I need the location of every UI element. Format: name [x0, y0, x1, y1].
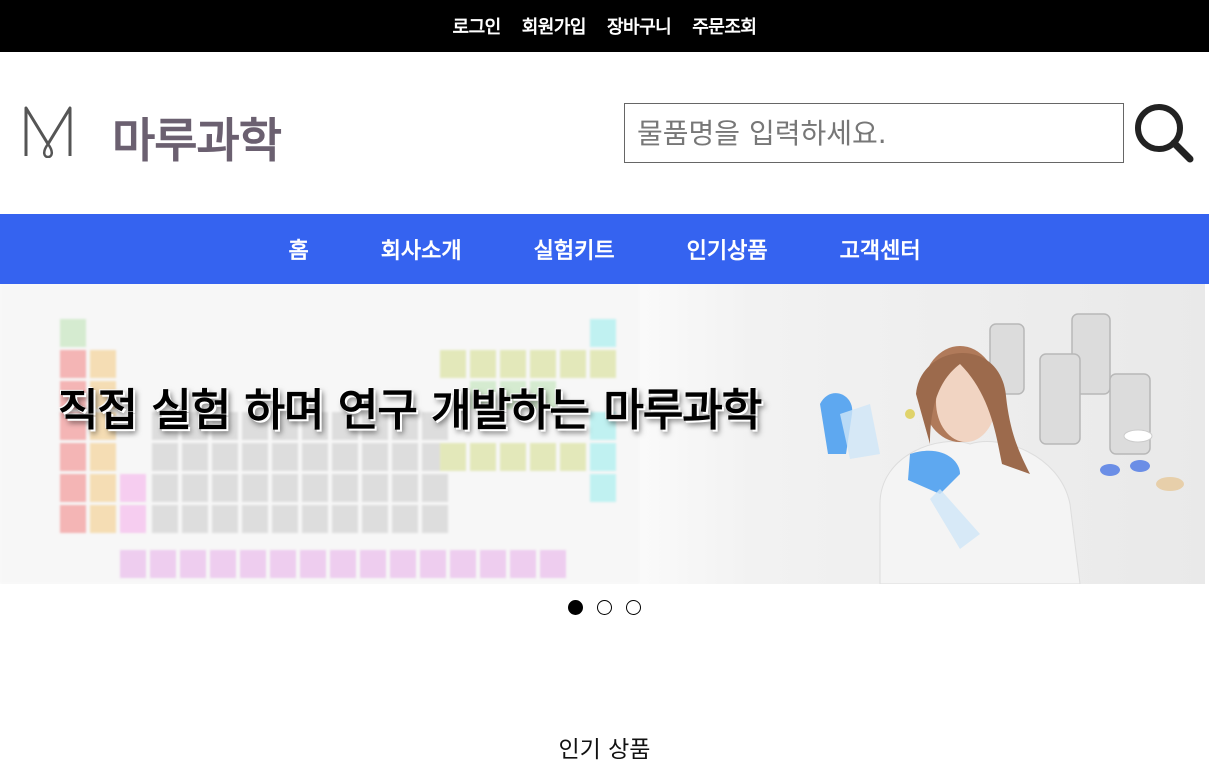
logo-text[interactable]: 마루과학: [112, 102, 282, 171]
search-icon[interactable]: [1132, 101, 1196, 165]
slider-dots: [0, 600, 1209, 615]
slider-dot-3[interactable]: [626, 600, 641, 615]
popular-products-title: 인기 상품: [558, 737, 651, 763]
signup-link[interactable]: 회원가입: [522, 13, 587, 39]
hero-banner[interactable]: 직접 실험 하며 연구 개발하는 마루과학: [0, 284, 1205, 584]
site-header: 마루과학: [0, 52, 1209, 214]
search-input[interactable]: [625, 104, 1123, 162]
nav-item-popular[interactable]: 인기상품: [687, 233, 768, 265]
cart-link[interactable]: 장바구니: [607, 13, 672, 39]
nav-item-kits[interactable]: 실험키트: [534, 233, 615, 265]
order-lookup-link[interactable]: 주문조회: [692, 13, 757, 39]
logo-m-icon[interactable]: [22, 104, 74, 158]
slider-dot-1[interactable]: [568, 600, 583, 615]
banner-caption: 직접 실험 하며 연구 개발하는 마루과학: [58, 385, 762, 436]
main-nav: 홈 회사소개 실험키트 인기상품 고객센터: [0, 214, 1209, 284]
search-field[interactable]: [624, 103, 1124, 163]
slider-dot-2[interactable]: [597, 600, 612, 615]
nav-item-support[interactable]: 고객센터: [840, 233, 921, 265]
nav-item-company[interactable]: 회사소개: [381, 233, 462, 265]
top-utility-bar: 로그인 회원가입 장바구니 주문조회: [0, 0, 1209, 52]
login-link[interactable]: 로그인: [453, 13, 502, 39]
nav-item-home[interactable]: 홈: [288, 233, 308, 265]
